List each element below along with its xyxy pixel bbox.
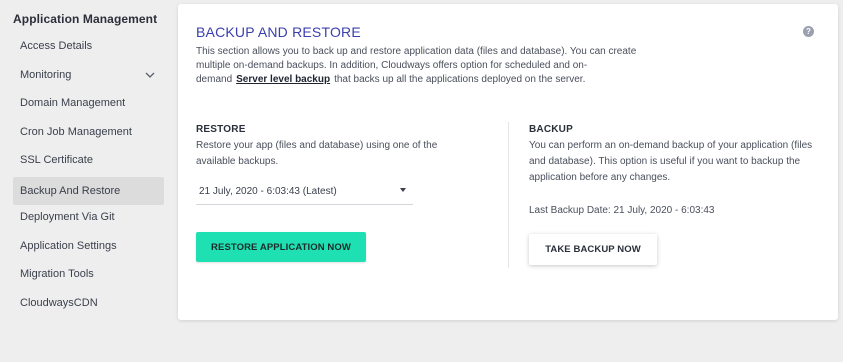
sidebar-item-label: Application Settings [20, 240, 117, 252]
backup-select[interactable]: 21 July, 2020 - 6:03:43 (Latest) [196, 178, 413, 205]
sidebar-item-backup-and-restore[interactable]: Backup And Restore [13, 177, 164, 205]
sidebar-item-access-details[interactable]: Access Details [13, 32, 164, 60]
sidebar-item-migration-tools[interactable]: Migration Tools [13, 260, 164, 288]
take-backup-button[interactable]: TAKE BACKUP NOW [529, 234, 657, 265]
column-divider [508, 122, 509, 268]
sidebar-item-label: Migration Tools [20, 268, 94, 280]
restore-heading: RESTORE [196, 124, 246, 135]
sidebar-item-deployment-via-git[interactable]: Deployment Via Git [13, 203, 164, 231]
restore-application-button[interactable]: RESTORE APPLICATION NOW [196, 232, 366, 262]
sidebar-item-cron-job-management[interactable]: Cron Job Management [13, 118, 164, 146]
section-description: This section allows you to back up and r… [196, 45, 646, 87]
last-backup-date: Last Backup Date: 21 July, 2020 - 6:03:4… [529, 205, 715, 216]
restore-description: Restore your app (files and database) us… [196, 140, 438, 167]
sidebar-item-label: Cron Job Management [20, 126, 132, 138]
backup-restore-panel: BACKUP AND RESTORE ? This section allows… [178, 4, 838, 320]
caret-down-icon [400, 188, 406, 192]
sidebar-item-label: Monitoring [20, 69, 72, 81]
sidebar-item-label: Access Details [20, 40, 93, 52]
sidebar-item-label: Domain Management [20, 97, 126, 109]
backup-description: You can perform an on-demand backup of y… [529, 140, 813, 183]
page-title: BACKUP AND RESTORE [196, 24, 361, 40]
description-text-end: that backs up all the applications deplo… [334, 74, 586, 85]
help-icon[interactable]: ? [803, 26, 814, 37]
sidebar-item-monitoring[interactable]: Monitoring [13, 61, 164, 89]
backup-heading: BACKUP [529, 124, 573, 135]
sidebar-item-label: Deployment Via Git [20, 211, 115, 223]
sidebar-item-label: Backup And Restore [20, 185, 121, 197]
sidebar-item-ssl-certificate[interactable]: SSL Certificate [13, 146, 164, 174]
backup-select-value: 21 July, 2020 - 6:03:43 (Latest) [199, 185, 337, 197]
sidebar-item-label: SSL Certificate [20, 154, 93, 166]
sidebar-title: Application Management [13, 12, 158, 26]
sidebar-item-cloudwayscdn[interactable]: CloudwaysCDN [13, 289, 164, 317]
sidebar-item-application-settings[interactable]: Application Settings [13, 232, 164, 260]
server-level-backup-link[interactable]: Server level backup [236, 74, 330, 85]
chevron-down-icon[interactable] [145, 70, 155, 80]
sidebar-item-domain-management[interactable]: Domain Management [13, 89, 164, 117]
sidebar: Application Management Access Details Mo… [0, 0, 172, 362]
sidebar-item-label: CloudwaysCDN [20, 297, 98, 309]
